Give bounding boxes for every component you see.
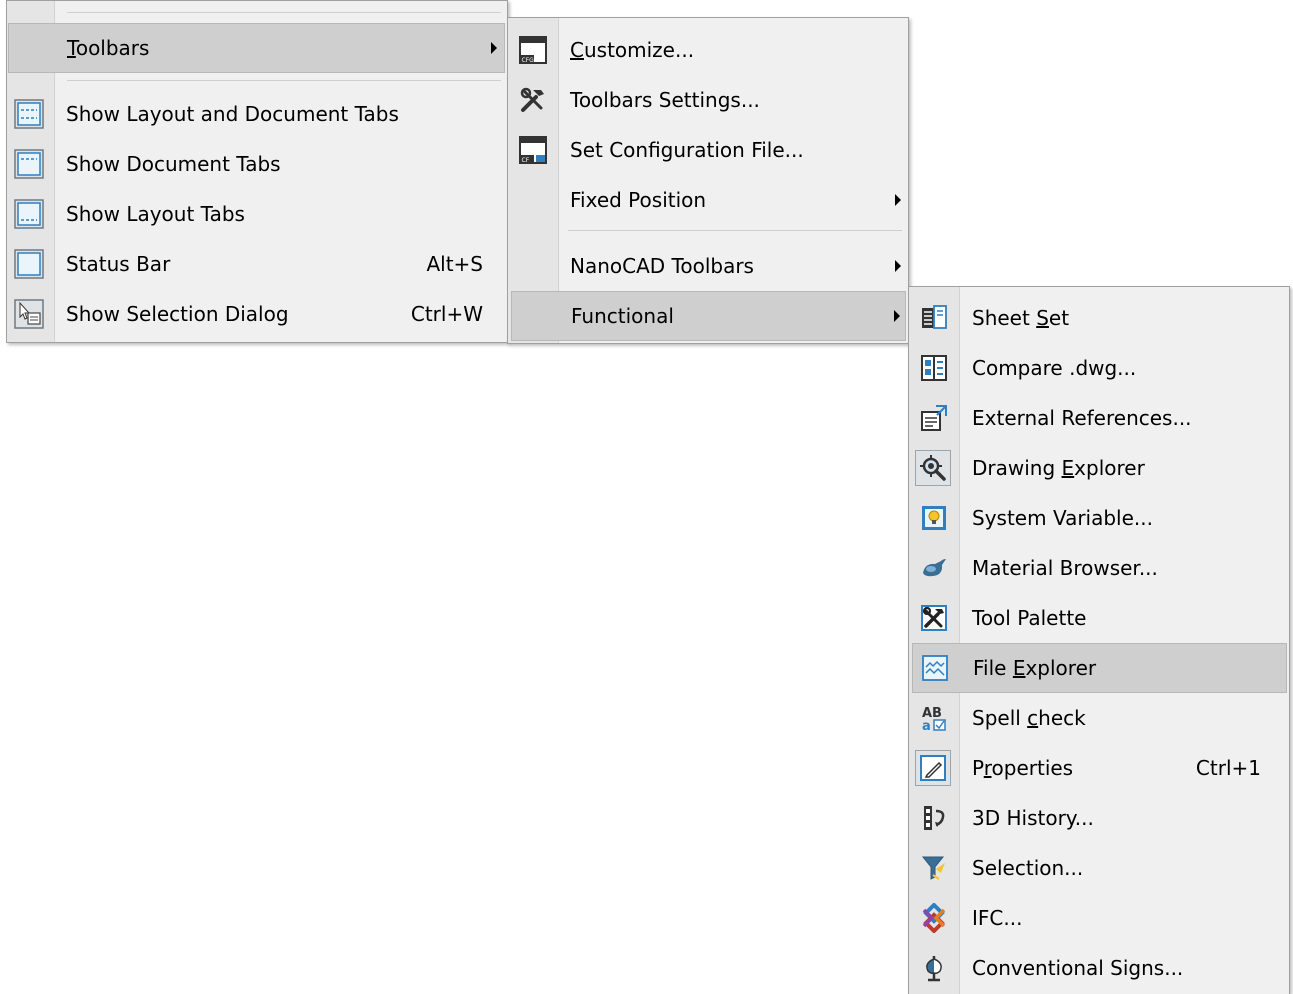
material-browser-icon (917, 551, 951, 585)
menu-item-label: Show Document Tabs (66, 152, 281, 176)
submenu-arrow-icon (895, 260, 901, 272)
submenu-arrow-icon (894, 310, 900, 322)
submenu-arrow-icon (491, 42, 497, 54)
menu-item-compare-dwg[interactable]: Compare .dwg... (909, 343, 1289, 393)
menu-item-functional[interactable]: Functional (511, 291, 906, 341)
view-menu-top-separator (67, 12, 501, 13)
compare-dwg-icon (917, 351, 951, 385)
toolbars-submenu: CFG Customize... Toolbars Settings... CF… (507, 17, 909, 344)
menu-item-label: Compare .dwg... (972, 356, 1137, 380)
menu-item-sheet-set[interactable]: Sheet Set (909, 293, 1289, 343)
menu-item-external-references[interactable]: External References... (909, 393, 1289, 443)
menu-item-label: Status Bar (66, 252, 171, 276)
menu-item-material-browser[interactable]: Material Browser... (909, 543, 1289, 593)
drawing-explorer-icon (915, 450, 951, 486)
properties-icon (915, 750, 951, 786)
selection-dialog-icon (12, 297, 46, 331)
menu-item-label: IFC... (972, 906, 1023, 930)
svg-text:CFG: CFG (522, 57, 535, 64)
menu-item-nanocad-toolbars[interactable]: NanoCAD Toolbars (508, 241, 908, 291)
menu-item-label: Material Browser... (972, 556, 1158, 580)
menu-item-show-selection-dialog[interactable]: Show Selection Dialog Ctrl+W (7, 289, 507, 339)
selection-icon (917, 851, 951, 885)
menu-item-fixed-position[interactable]: Fixed Position (508, 175, 908, 225)
shortcut-label: Alt+S (426, 252, 483, 276)
menu-item-label: Show Layout Tabs (66, 202, 245, 226)
conventional-signs-icon (917, 951, 951, 985)
menu-item-label: Set Configuration File... (570, 138, 804, 162)
menu-item-label: Tool Palette (972, 606, 1087, 630)
menu-item-label: 3D History... (972, 806, 1094, 830)
menu-item-label: Show Selection Dialog (66, 302, 289, 326)
tool-palette-icon (917, 601, 951, 635)
menu-item-system-variable[interactable]: System Variable... (909, 493, 1289, 543)
menu-item-label: Functional (571, 304, 674, 328)
menu-item-ifc[interactable]: IFC... (909, 893, 1289, 943)
toolbars-submenu-separator (568, 230, 902, 231)
menu-item-show-document-tabs[interactable]: Show Document Tabs (7, 139, 507, 189)
menu-item-toolbars-settings[interactable]: Toolbars Settings... (508, 75, 908, 125)
view-menu-separator (67, 80, 501, 81)
menu-item-toolbars-label: Toolbars (67, 36, 150, 60)
menu-item-label: Toolbars Settings... (570, 88, 760, 112)
menu-item-label: Fixed Position (570, 188, 707, 212)
menu-item-spell-check[interactable]: AB a Spell check (909, 693, 1289, 743)
shortcut-label: Ctrl+1 (1195, 756, 1261, 780)
menu-item-conventional-signs[interactable]: Conventional Signs... (909, 943, 1289, 993)
customize-cfg-icon: CFG (516, 33, 550, 67)
system-variable-icon (917, 501, 951, 535)
menu-item-label: Properties (972, 756, 1074, 780)
menu-item-file-explorer[interactable]: File Explorer (912, 643, 1287, 693)
menu-item-label: Drawing Explorer (972, 456, 1145, 480)
menu-item-properties[interactable]: Properties Ctrl+1 (909, 743, 1289, 793)
menu-item-label: Selection... (972, 856, 1084, 880)
menu-item-customize[interactable]: CFG Customize... (508, 25, 908, 75)
spell-check-icon: AB a (917, 701, 951, 735)
menu-item-drawing-explorer[interactable]: Drawing Explorer (909, 443, 1289, 493)
document-tabs-icon (12, 147, 46, 181)
menu-item-toolbars[interactable]: Toolbars (8, 23, 505, 73)
layout-document-tabs-icon (12, 97, 46, 131)
menu-item-label: NanoCAD Toolbars (570, 254, 754, 278)
shortcut-label: Ctrl+W (410, 302, 483, 326)
menu-item-label: External References... (972, 406, 1192, 430)
sheet-set-icon (917, 301, 951, 335)
menu-item-label: System Variable... (972, 506, 1153, 530)
menu-item-set-configuration-file[interactable]: CF Set Configuration File... (508, 125, 908, 175)
menu-item-label: Customize... (570, 38, 695, 62)
functional-submenu: Sheet Set Compare .dwg... External Refer… (908, 286, 1290, 994)
menu-item-label: File Explorer (973, 656, 1097, 680)
view-menu: Toolbars Show Layout and Document Tabs S… (6, 0, 508, 343)
ifc-icon (917, 901, 951, 935)
submenu-arrow-icon (895, 194, 901, 206)
menu-item-label: Sheet Set (972, 306, 1070, 330)
menu-item-label: Show Layout and Document Tabs (66, 102, 399, 126)
menu-item-3d-history[interactable]: 3D History... (909, 793, 1289, 843)
layout-tabs-icon (12, 197, 46, 231)
tools-icon (516, 83, 550, 117)
menu-item-selection[interactable]: Selection... (909, 843, 1289, 893)
menu-item-show-layout-tabs[interactable]: Show Layout Tabs (7, 189, 507, 239)
menu-item-label: Conventional Signs... (972, 956, 1184, 980)
external-references-icon (917, 401, 951, 435)
menu-item-label: Spell check (972, 706, 1086, 730)
menu-item-show-layout-and-document-tabs[interactable]: Show Layout and Document Tabs (7, 89, 507, 139)
status-bar-icon (12, 247, 46, 281)
file-explorer-icon (918, 651, 952, 685)
svg-text:CF: CF (522, 157, 530, 164)
menu-item-tool-palette[interactable]: Tool Palette (909, 593, 1289, 643)
menu-item-status-bar[interactable]: Status Bar Alt+S (7, 239, 507, 289)
3d-history-icon (917, 801, 951, 835)
svg-text:a: a (922, 719, 931, 733)
config-file-icon: CF (516, 133, 550, 167)
